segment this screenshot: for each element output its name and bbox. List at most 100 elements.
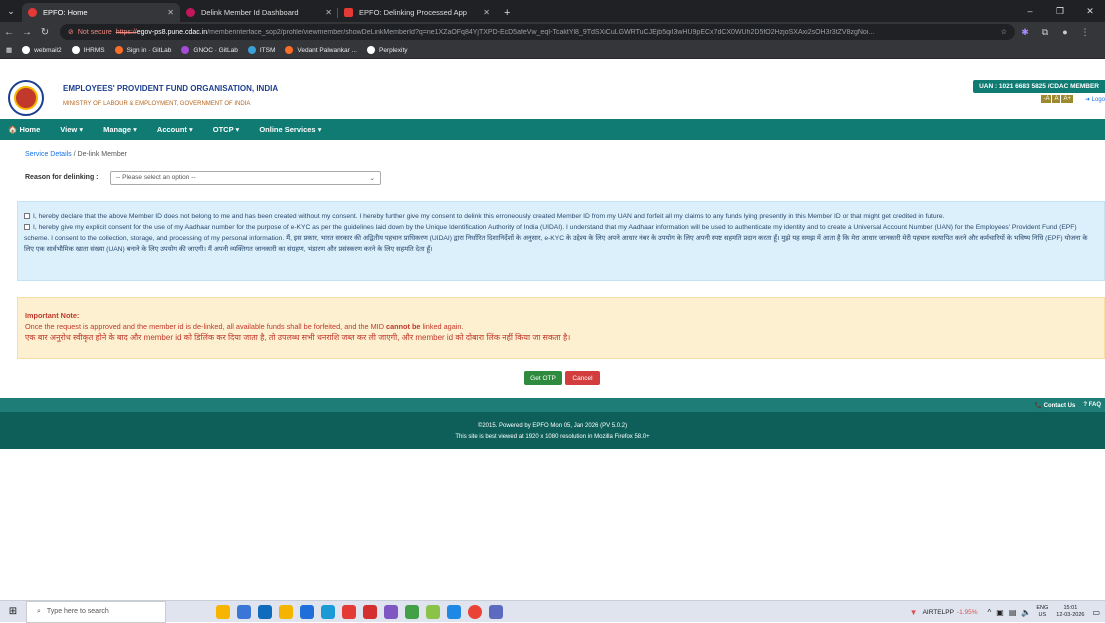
font-increase-button[interactable]: A+ <box>1061 95 1073 103</box>
network-stock-icon: ▼ <box>909 607 918 617</box>
apps-grid-icon[interactable]: ▦ <box>6 46 12 54</box>
ministry-name: MINISTRY OF LABOUR & EMPLOYMENT, GOVERNM… <box>63 101 251 107</box>
bookmark-item[interactable]: ITSM <box>247 46 275 54</box>
important-note: Important Note: Once the request is appr… <box>17 297 1105 359</box>
contact-us-link[interactable]: 📞 Contact Us <box>1035 402 1076 409</box>
epfo-favicon-icon <box>344 8 353 17</box>
forward-icon[interactable]: → <box>18 27 36 38</box>
tab-search-icon[interactable]: ⌄ <box>0 0 22 22</box>
clock[interactable]: 15:01 12-03-2026 <box>1056 605 1084 619</box>
menu-manage[interactable]: Manage ▾ <box>103 125 137 134</box>
profile-avatar-icon[interactable]: ● <box>1055 27 1075 37</box>
get-otp-button[interactable]: Get OTP <box>524 371 562 385</box>
taskbar-app-icon[interactable] <box>426 604 440 619</box>
logout-link[interactable]: ➜ Logo <box>1085 96 1105 103</box>
new-tab-icon[interactable]: + <box>496 7 518 22</box>
delink-favicon-icon <box>186 8 195 17</box>
font-decrease-button[interactable]: -A <box>1041 95 1052 103</box>
not-secure-icon[interactable]: ⊘ <box>68 28 74 36</box>
close-tab-icon[interactable]: ✕ <box>325 8 332 17</box>
extensions-puzzle-icon[interactable]: ⧉ <box>1035 27 1055 38</box>
taskbar-app-icon[interactable] <box>216 604 230 619</box>
windows-start-icon[interactable]: ⊞ <box>0 606 26 617</box>
org-name: EMPLOYEES' PROVIDENT FUND ORGANISATION, … <box>63 84 279 93</box>
taskbar-app-icon[interactable] <box>384 604 398 619</box>
taskbar-app-icon[interactable] <box>363 604 377 619</box>
bookmark-item[interactable]: webmail2 <box>22 46 62 54</box>
address-bar-row: ← → ↻ ⊘ Not secure https:// egov-ps8.pun… <box>0 22 1105 42</box>
breadcrumb-service-details[interactable]: Service Details <box>25 151 72 158</box>
url-bar[interactable]: ⊘ Not secure https:// egov-ps8.pune.cdac… <box>60 24 1015 40</box>
uan-badge: UAN : 1021 6683 5825 /CDAC MEMBER <box>973 80 1105 93</box>
notification-icon[interactable]: ▭ <box>1092 608 1100 617</box>
volume-icon[interactable]: 🔈 <box>1021 608 1031 617</box>
taskbar-app-icon[interactable] <box>279 604 293 619</box>
tab-title: Delink Member Id Dashboard <box>201 8 299 17</box>
taskbar-app-icon[interactable] <box>405 604 419 619</box>
footer-powered: ©2015. Powered by EPFO Mon 05, Jan 2026 … <box>477 423 628 429</box>
close-tab-icon[interactable]: ✕ <box>167 8 174 17</box>
reload-icon[interactable]: ↻ <box>36 27 54 38</box>
menu-online-services[interactable]: Online Services ▾ <box>259 125 321 134</box>
browser-tab[interactable]: EPFO: Home ✕ <box>22 3 180 22</box>
bookmark-star-icon[interactable]: ☆ <box>995 28 1007 36</box>
consent-item-2: I, hereby give my explicit consent for t… <box>24 224 1088 253</box>
menu-view[interactable]: View ▾ <box>60 125 83 134</box>
consent-checkbox-2[interactable] <box>24 224 30 230</box>
menu-home[interactable]: 🏠 Home <box>8 125 40 134</box>
reason-label: Reason for delinking : <box>25 174 99 181</box>
network-name: AIRTELPP <box>922 608 954 616</box>
bookmark-item[interactable]: Perplexity <box>366 46 408 54</box>
browser-tab-strip: ⌄ EPFO: Home ✕ Delink Member Id Dashboar… <box>0 0 1105 22</box>
wifi-icon[interactable]: ▤ <box>1009 608 1017 617</box>
taskbar-app-icon[interactable] <box>258 604 272 619</box>
taskbar-app-icon[interactable] <box>321 604 335 619</box>
browser-tab[interactable]: EPFO: Delinking Processed App ✕ <box>338 3 496 22</box>
consent-item-1: I, hereby declare that the above Member … <box>24 211 1098 222</box>
breadcrumb: Service Details / De-link Member <box>25 151 127 158</box>
minimize-icon[interactable]: – <box>1015 0 1045 22</box>
browser-tab[interactable]: Delink Member Id Dashboard ✕ <box>180 3 338 22</box>
language-indicator[interactable]: ENG US <box>1036 605 1048 619</box>
font-normal-button[interactable]: A <box>1052 95 1061 103</box>
note-line-en: Once the request is approved and the mem… <box>25 322 464 331</box>
reason-select[interactable]: -- Please select an option -- ⌄ <box>110 171 381 185</box>
extension-icon[interactable]: ✱ <box>1015 27 1035 38</box>
main-menu: 🏠 Home View ▾ Manage ▾ Account ▾ OTCP ▾ … <box>0 119 1105 140</box>
chevron-up-icon[interactable]: ^ <box>988 608 992 617</box>
menu-account[interactable]: Account ▾ <box>157 125 193 134</box>
search-icon: ⌕ <box>37 607 41 615</box>
breadcrumb-current: De-link Member <box>77 151 127 158</box>
bookmark-item[interactable]: Sign in · GitLab <box>114 46 171 54</box>
chrome-icon[interactable] <box>468 604 482 619</box>
tab-title: EPFO: Delinking Processed App <box>359 8 467 17</box>
faq-link[interactable]: ? FAQ <box>1083 402 1101 409</box>
tray-app-icon[interactable]: ▣ <box>996 608 1004 617</box>
bookmark-item[interactable]: GNOC · GitLab <box>181 46 238 54</box>
back-icon[interactable]: ← <box>0 27 18 38</box>
epfo-favicon-icon <box>28 8 37 17</box>
taskbar-app-icon[interactable] <box>447 604 461 619</box>
window-controls: – ❐ ✕ <box>1015 0 1105 22</box>
close-window-icon[interactable]: ✕ <box>1075 0 1105 22</box>
taskbar-app-icon[interactable] <box>342 604 356 619</box>
cancel-button[interactable]: Cancel <box>565 371 600 385</box>
menu-otcp[interactable]: OTCP ▾ <box>213 125 240 134</box>
taskbar-search[interactable]: ⌕ Type here to search <box>26 600 166 623</box>
taskbar-app-icon[interactable] <box>237 604 251 619</box>
consent-checkbox-1[interactable] <box>24 213 30 219</box>
epfo-logo[interactable] <box>8 80 44 116</box>
bookmark-item[interactable]: Vedant Palwankar ... <box>285 46 357 54</box>
note-title: Important Note: <box>25 311 80 320</box>
taskbar-app-icon[interactable] <box>300 604 314 619</box>
font-size-controls: -A A A+ <box>1041 95 1073 103</box>
browser-menu-icon[interactable]: ⋮ <box>1075 27 1095 38</box>
url-scheme: https:// <box>115 28 137 36</box>
bookmark-item[interactable]: IHRMS <box>71 46 105 54</box>
footer: ©2015. Powered by EPFO Mon 05, Jan 2026 … <box>0 412 1105 449</box>
not-secure-label: Not secure <box>77 28 112 36</box>
taskbar-app-icon[interactable] <box>489 604 503 619</box>
taskbar: ⊞ ⌕ Type here to search ▼ AIRTELPP -1.95… <box>0 600 1105 623</box>
restore-icon[interactable]: ❐ <box>1045 0 1075 22</box>
close-tab-icon[interactable]: ✕ <box>483 8 490 17</box>
